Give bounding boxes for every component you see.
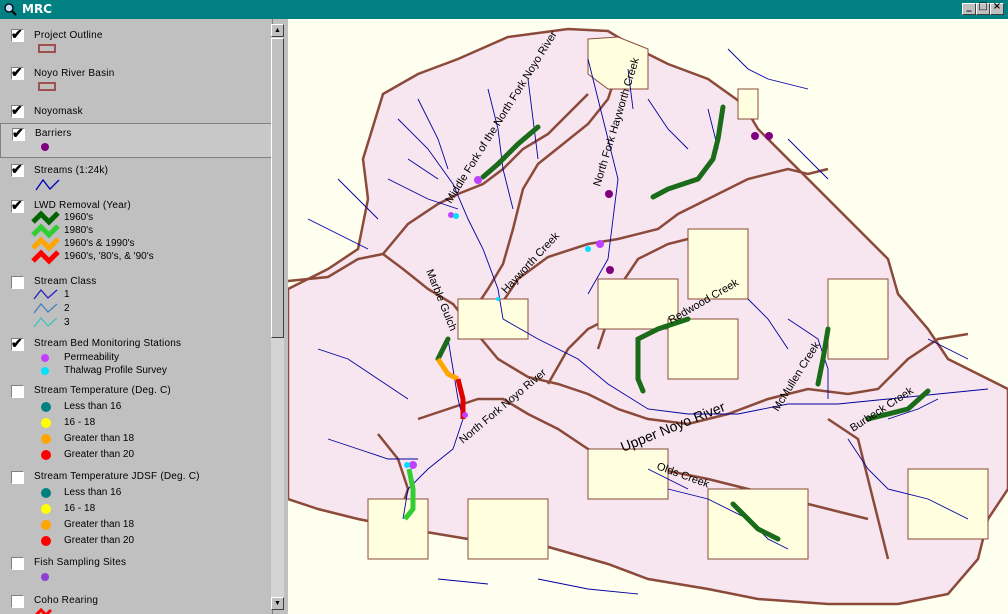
scroll-thumb[interactable]: [271, 38, 284, 338]
layer-label: Streams (1:24k): [34, 165, 109, 176]
layer-label: Stream Class: [34, 276, 97, 287]
stream-class-symbols: [33, 288, 58, 328]
maximize-button[interactable]: □: [976, 1, 990, 15]
polygon-outline-icon: [38, 82, 56, 91]
legend-class-label: Greater than 18: [64, 519, 135, 530]
scroll-up-button[interactable]: ▲: [271, 24, 284, 37]
legend-class-label: 2: [64, 303, 70, 314]
layer-project-outline: ✔ Project Outline: [0, 19, 272, 57]
layer-checkbox[interactable]: ✔: [11, 102, 24, 118]
legend-class-label: 1: [64, 289, 70, 300]
legend-class-label: Greater than 20: [64, 535, 135, 546]
legend-class-label: 16 - 18: [64, 503, 96, 514]
layer-checkbox[interactable]: [11, 385, 24, 398]
temp-dot-icon: [41, 402, 51, 412]
map-canvas: Middle Fork of the North Fork Noyo River…: [288, 27, 1008, 606]
layer-label: Fish Sampling Sites: [34, 557, 127, 568]
layer-barriers[interactable]: ✔ Barriers: [0, 123, 272, 158]
layer-checkbox[interactable]: ✔: [11, 197, 24, 213]
temp-dot-icon: [41, 536, 51, 546]
temp-dot-icon: [41, 434, 51, 444]
fish-site-dot-icon: [41, 573, 49, 581]
legend-class-label: 3: [64, 317, 70, 328]
layer-stream-temperature-jdsf: Stream Temperature JDSF (Deg. C) Less th…: [0, 465, 272, 549]
layer-checkbox[interactable]: ✔: [12, 125, 25, 141]
barrier-dot-icon: [41, 143, 49, 151]
layer-noyomask: ✔ Noyomask: [0, 99, 272, 121]
lwd-legend-symbols: [31, 210, 60, 265]
temp-dot-icon: [41, 418, 51, 428]
legend-class-label: 1960's, '80's, & '90's: [64, 251, 154, 262]
temp-dot-icon: [41, 488, 51, 498]
scroll-down-button[interactable]: ▼: [271, 597, 284, 610]
layer-checkbox[interactable]: ✔: [11, 64, 24, 80]
layer-coho-rearing: Coho Rearing: [0, 587, 272, 614]
polygon-outline-icon: [38, 44, 56, 53]
stream-line-icon: [35, 178, 60, 191]
layer-checkbox[interactable]: [11, 276, 24, 289]
map-view[interactable]: Middle Fork of the North Fork Noyo River…: [288, 19, 1008, 614]
magnifier-app-icon: [4, 3, 17, 16]
legend-class-label: Greater than 18: [64, 433, 135, 444]
temp-dot-icon: [41, 520, 51, 530]
window-title: MRC: [22, 2, 52, 16]
layer-checkbox[interactable]: ✔: [11, 161, 24, 177]
layer-label: Noyomask: [34, 106, 83, 117]
layer-label: Stream Temperature (Deg. C): [34, 385, 171, 396]
layer-fish-sampling-sites: Fish Sampling Sites: [0, 551, 272, 585]
layer-label: Project Outline: [34, 30, 103, 41]
layer-checkbox[interactable]: ✔: [11, 26, 24, 42]
legend-class-label: 1960's & 1990's: [64, 238, 135, 249]
table-of-contents: ✔ Project Outline ✔ Noyo River Basin ✔ N…: [0, 19, 273, 614]
legend-class-label: Less than 16: [64, 401, 122, 412]
legend-class-label: Permeability: [64, 352, 120, 363]
layer-stream-temperature: Stream Temperature (Deg. C) Less than 16…: [0, 379, 272, 463]
minimize-button[interactable]: _: [962, 1, 976, 15]
legend-class-label: 16 - 18: [64, 417, 96, 428]
layer-streams: ✔ Streams (1:24k): [0, 159, 272, 195]
layer-lwd-removal: ✔ LWD Removal (Year) 1960's 1980's 1960'…: [0, 195, 272, 269]
close-button[interactable]: ×: [990, 1, 1004, 15]
title-bar: MRC _ □ ×: [0, 0, 1008, 19]
layer-label: Stream Bed Monitoring Stations: [34, 338, 182, 349]
legend-class-label: 1980's: [64, 225, 94, 236]
legend-class-label: 1960's: [64, 212, 94, 223]
layer-stream-class: Stream Class 1 2 3: [0, 271, 272, 333]
temp-dot-icon: [41, 504, 51, 514]
legend-class-label: Greater than 20: [64, 449, 135, 460]
legend-class-label: Thalwag Profile Survey: [64, 365, 167, 376]
permeability-dot-icon: [41, 354, 49, 362]
layer-label: Coho Rearing: [34, 595, 99, 606]
layer-label: Noyo River Basin: [34, 68, 115, 79]
legend-class-label: Less than 16: [64, 487, 122, 498]
layer-checkbox[interactable]: [11, 557, 24, 570]
temp-dot-icon: [41, 450, 51, 460]
coho-symbol-icon: [34, 608, 53, 614]
layer-stream-bed-monitoring: ✔ Stream Bed Monitoring Stations Permeab…: [0, 333, 272, 377]
layer-checkbox[interactable]: ✔: [11, 335, 24, 351]
layer-checkbox[interactable]: [11, 471, 24, 484]
layer-label: Barriers: [35, 128, 72, 139]
layer-noyo-river-basin: ✔ Noyo River Basin: [0, 57, 272, 95]
layer-label: Stream Temperature JDSF (Deg. C): [34, 471, 200, 482]
toc-scrollbar[interactable]: ▲ ▼: [271, 24, 284, 610]
layer-checkbox[interactable]: [11, 595, 24, 608]
thalwag-dot-icon: [41, 367, 49, 375]
